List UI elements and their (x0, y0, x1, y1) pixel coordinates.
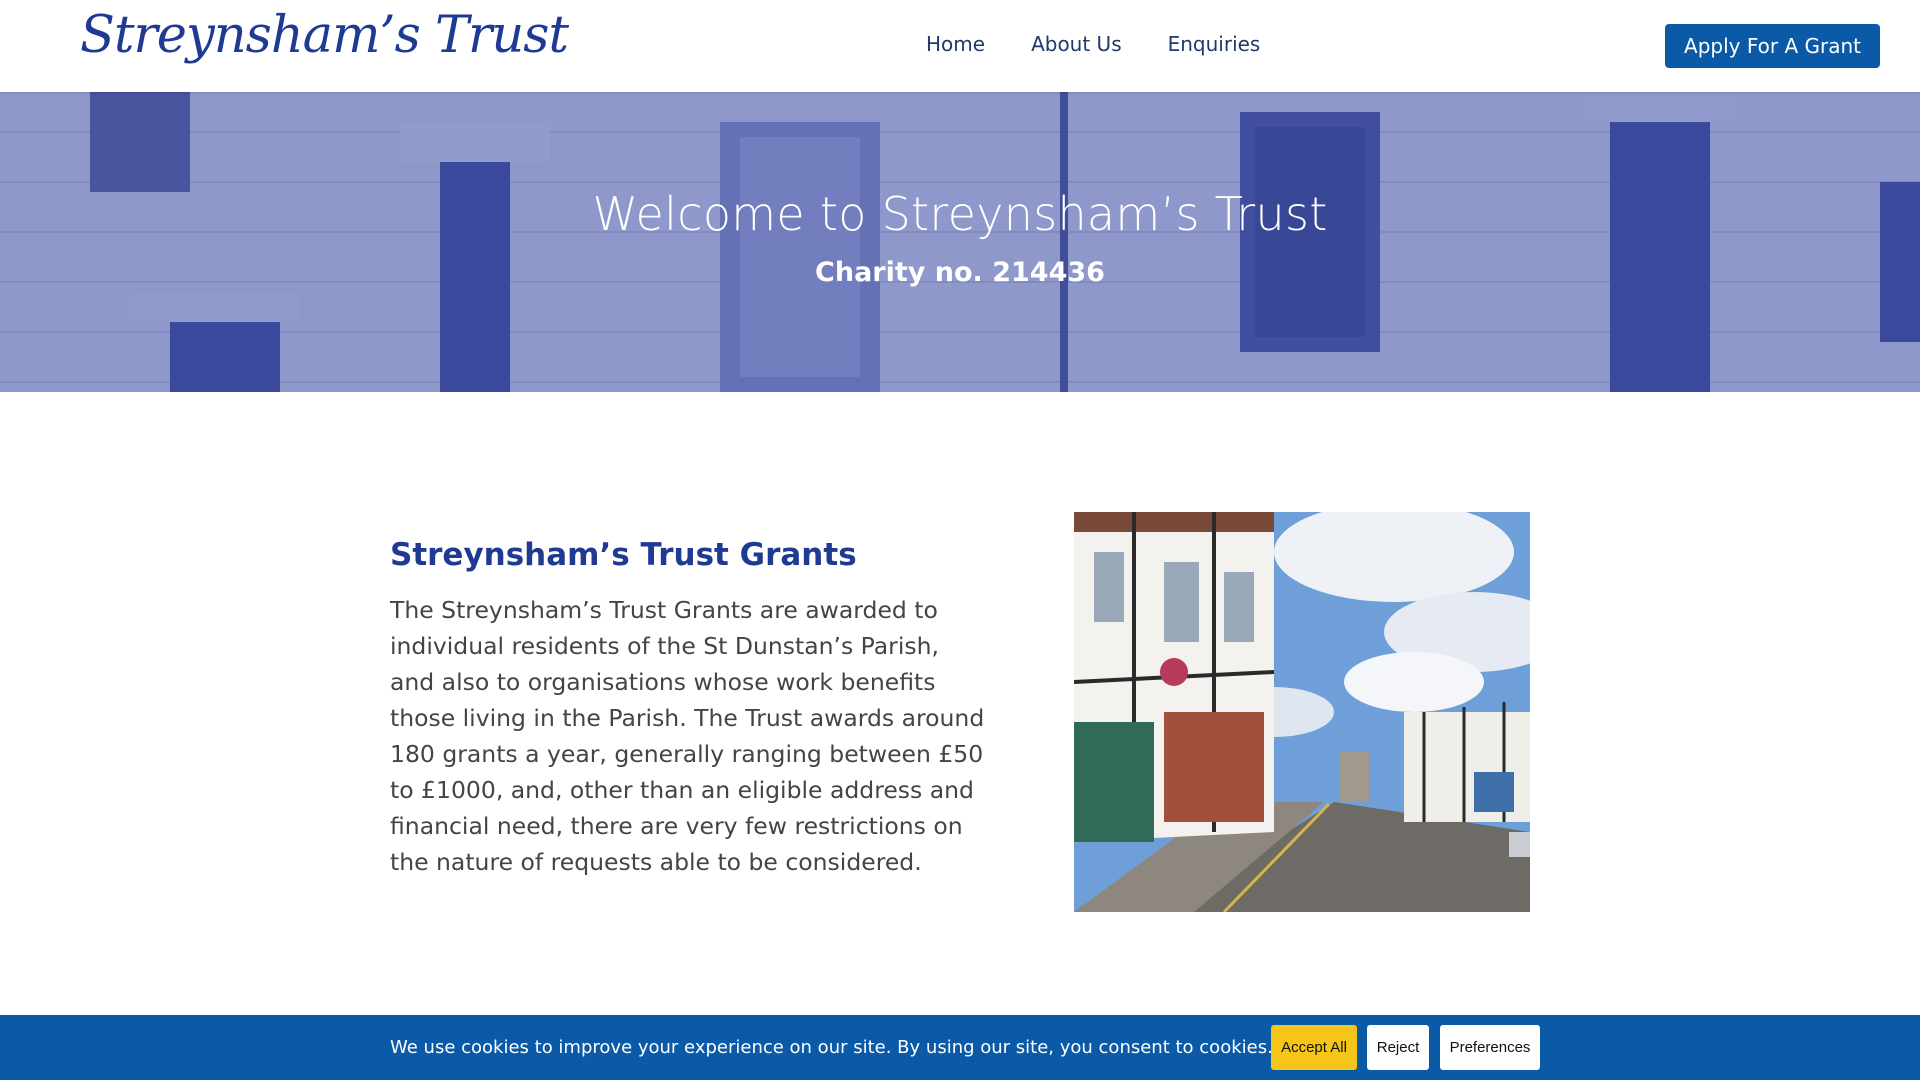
grants-heading: Streynsham’s Trust Grants (390, 537, 857, 573)
main-nav: Home About Us Enquiries (926, 32, 1260, 56)
nav-enquiries[interactable]: Enquiries (1168, 32, 1261, 56)
nav-about-us[interactable]: About Us (1031, 32, 1122, 56)
cookie-message: We use cookies to improve your experienc… (390, 1037, 1273, 1058)
reject-cookies-button[interactable]: Reject (1367, 1025, 1429, 1070)
accept-all-cookies-button[interactable]: Accept All (1271, 1025, 1357, 1070)
site-logo[interactable]: Streynsham’s Trust (80, 6, 569, 65)
cookie-consent-bar: We use cookies to improve your experienc… (0, 1015, 1920, 1080)
site-header: Streynsham’s Trust Home About Us Enquiri… (0, 0, 1920, 92)
charity-number: Charity no. 214436 (815, 257, 1105, 288)
hero-banner: Welcome to Streynsham’s Trust Charity no… (0, 92, 1920, 392)
cookie-preferences-button[interactable]: Preferences (1440, 1025, 1540, 1070)
nav-home[interactable]: Home (926, 32, 985, 56)
grants-description: The Streynsham’s Trust Grants are awarde… (390, 596, 985, 876)
hero-overlay (0, 92, 1920, 392)
street-photo-illustration (1074, 512, 1530, 912)
hero-title: Welcome to Streynsham’s Trust (592, 187, 1328, 241)
street-photo (1074, 512, 1530, 912)
apply-for-grant-button[interactable]: Apply For A Grant (1665, 24, 1880, 68)
